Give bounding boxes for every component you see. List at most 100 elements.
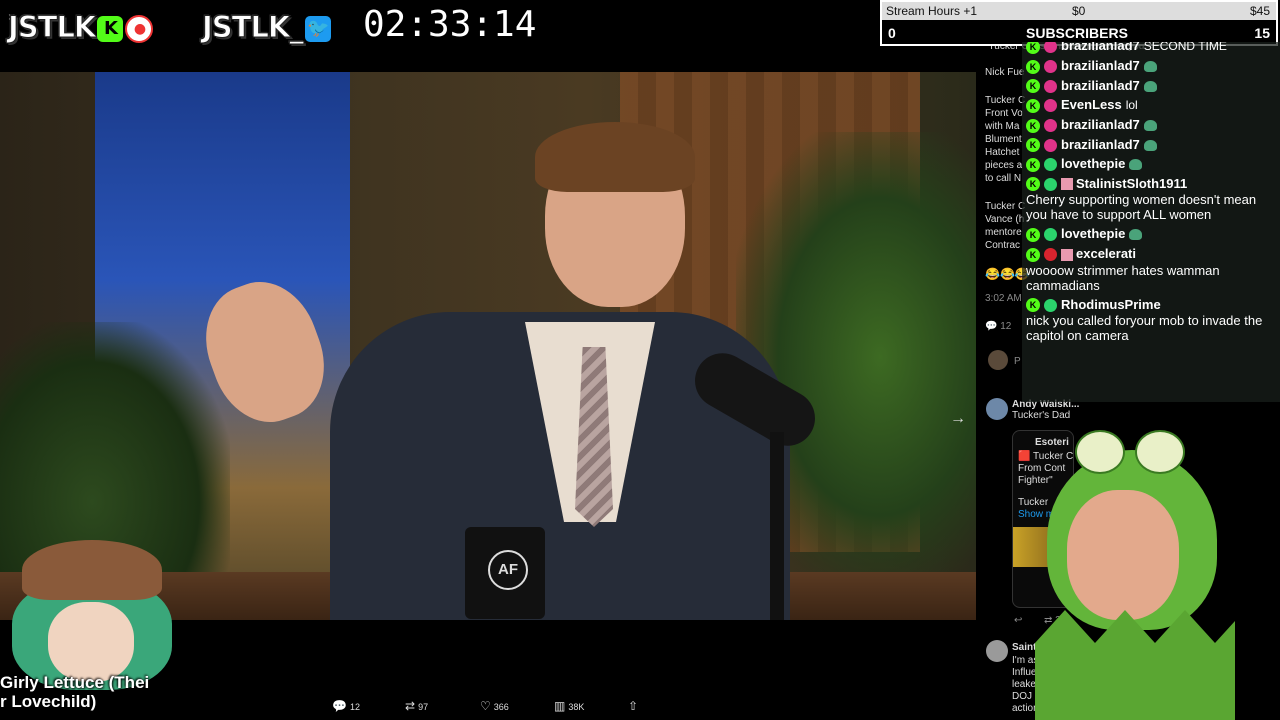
chat-text: Cherry supporting women doesn't mean you… — [1026, 192, 1257, 223]
kick-badge-icon: K — [1026, 177, 1040, 192]
chat-username[interactable]: excelerati — [1076, 246, 1136, 261]
like-action[interactable]: ♡ 366 — [480, 699, 509, 713]
emote-icon — [1143, 80, 1157, 92]
stream-hours-mid: $0 — [1072, 4, 1086, 18]
retweet-count: 97 — [418, 702, 429, 712]
tweet-author-sub: Tucker's Dad — [1012, 410, 1071, 421]
views-action[interactable]: ▥ 38K — [554, 699, 584, 713]
kick-badge-icon: K — [1026, 59, 1040, 74]
p-line: P — [1014, 356, 1021, 367]
mic-stand — [770, 432, 784, 620]
chat-message: K StalinistSloth1911 Cherry supporting wom… — [1022, 174, 1280, 225]
chat-username[interactable]: RhodimusPrime — [1061, 297, 1161, 312]
chat-username[interactable]: brazilianlad7 — [1061, 78, 1140, 93]
chat-message: Kexcelerati woooow strimmer hates wamman … — [1022, 244, 1280, 295]
avatar-hat — [22, 540, 162, 600]
chat-username[interactable]: lovethepie — [1061, 156, 1125, 171]
user-badge-icon — [1044, 42, 1057, 54]
stream-hours-end: $45 — [1249, 4, 1270, 18]
body-line: Contrac — [985, 240, 1021, 251]
live-indicator-icon: ● — [125, 15, 154, 43]
user-badge-icon — [1044, 79, 1057, 93]
share-icon: ⇧ — [628, 699, 639, 713]
view-count: 38K — [568, 702, 585, 712]
body-line: Hatchet — [985, 147, 1020, 158]
body-line: Tucker C — [985, 201, 1026, 212]
chat-username[interactable]: brazilianlad7 — [1061, 42, 1140, 53]
like-count: 366 — [493, 702, 509, 712]
chat-text: lol — [1125, 98, 1138, 113]
avatar-collar — [1035, 610, 1235, 720]
body-line: Vance (h — [985, 214, 1025, 225]
mug-logo: AF — [488, 550, 528, 590]
emote-icon — [1143, 139, 1157, 151]
stream-hours-label: Stream Hours +1 — [886, 4, 978, 18]
avatar-face — [1067, 490, 1179, 620]
user-badge-icon — [1044, 177, 1057, 191]
share-action[interactable]: ⇧ — [628, 699, 641, 713]
gift-icon — [1061, 178, 1073, 191]
subscriber-count: 0 — [888, 25, 896, 41]
chat-username[interactable]: brazilianlad7 — [1061, 117, 1140, 132]
kick-badge-icon: K — [1026, 298, 1040, 313]
body-line: Front Vo — [985, 108, 1023, 119]
user-badge-icon — [1044, 298, 1057, 312]
kick-badge-icon: K — [1026, 79, 1040, 94]
body-line: with Ma — [985, 121, 1020, 132]
chat-text: SECOND TIME — [1143, 42, 1227, 53]
kick-badge-icon: K — [1026, 118, 1040, 133]
body-line: Tucker C — [985, 95, 1026, 106]
retweet-icon: ⇄ — [405, 699, 416, 713]
chat-message: Klovethepie — [1022, 224, 1280, 244]
reply-action[interactable]: 💬 12 — [332, 699, 360, 713]
tweet-time: 3:02 AM — [985, 293, 1022, 304]
chat-text: nick you called foryour mob to invade th… — [1026, 313, 1263, 344]
reply-count[interactable]: 💬 12 — [985, 320, 1011, 333]
heart-icon: ♡ — [480, 699, 491, 713]
emote-icon — [1143, 61, 1157, 73]
kick-badge-icon: K — [1026, 138, 1040, 153]
chat-message: Kbrazilianlad7 SECOND TIME — [1022, 42, 1280, 56]
avatar-name: Girly Lettuce (Thei r Lovechild) — [0, 673, 150, 711]
chat-message: Kbrazilianlad7 — [1022, 135, 1280, 155]
kick-badge-icon: K — [1026, 157, 1040, 172]
avatar[interactable] — [986, 398, 1008, 420]
kick-badge-icon: K — [1026, 42, 1040, 54]
views-icon: ▥ — [554, 699, 566, 713]
body-line: pieces a — [985, 160, 1023, 171]
nick-line: Nick Fue — [985, 67, 1025, 78]
chat-username[interactable]: lovethepie — [1061, 226, 1125, 241]
user-badge-icon — [1044, 158, 1057, 172]
next-arrow-icon[interactable]: → — [950, 410, 966, 428]
avatar[interactable] — [986, 640, 1008, 662]
chat-username[interactable]: EvenLess — [1061, 97, 1122, 112]
video-frame[interactable]: AF → — [0, 72, 976, 620]
chat-username[interactable]: StalinistSloth1911 — [1076, 176, 1187, 191]
kick-brand-text: JSTLK — [7, 10, 96, 45]
chat-username[interactable]: brazilianlad7 — [1061, 58, 1140, 73]
retweet-action[interactable]: ⇄ 97 — [405, 699, 428, 713]
reply-icon: 💬 — [332, 699, 347, 713]
subscribers-bar: 0 SUBSCRIBERS 15 — [882, 22, 1276, 44]
chat-message: Klovethepie — [1022, 154, 1280, 174]
reply-count-value: 12 — [1000, 321, 1012, 332]
kick-badge-icon: K — [1026, 98, 1040, 113]
subscriber-goal: 15 — [1254, 25, 1270, 41]
kick-badge-icon: K — [1026, 247, 1040, 262]
kick-badge-icon: K — [1026, 227, 1040, 242]
body-line: to call N — [985, 173, 1022, 184]
avatar[interactable] — [988, 350, 1008, 370]
chat-overlay: Kbrazilianlad7 SECOND TIME Kbrazilianlad7 K… — [1022, 42, 1280, 402]
user-badge-icon — [1044, 119, 1057, 133]
chat-message: Kbrazilianlad7 — [1022, 76, 1280, 96]
user-badge-icon — [1044, 60, 1057, 74]
reply-icon[interactable]: ↩ — [1014, 614, 1022, 627]
gift-icon — [1061, 248, 1073, 261]
emote-icon — [1129, 229, 1143, 241]
kick-logo-icon: K — [97, 16, 124, 42]
chat-username[interactable]: brazilianlad7 — [1061, 137, 1140, 152]
avatar-eye — [1075, 430, 1125, 474]
chat-text: woooow strimmer hates wamman cammadians — [1026, 262, 1220, 293]
vtuber-avatar-left: Girly Lettuce (Thei r Lovechild) — [0, 540, 185, 720]
user-badge-icon — [1044, 138, 1057, 152]
